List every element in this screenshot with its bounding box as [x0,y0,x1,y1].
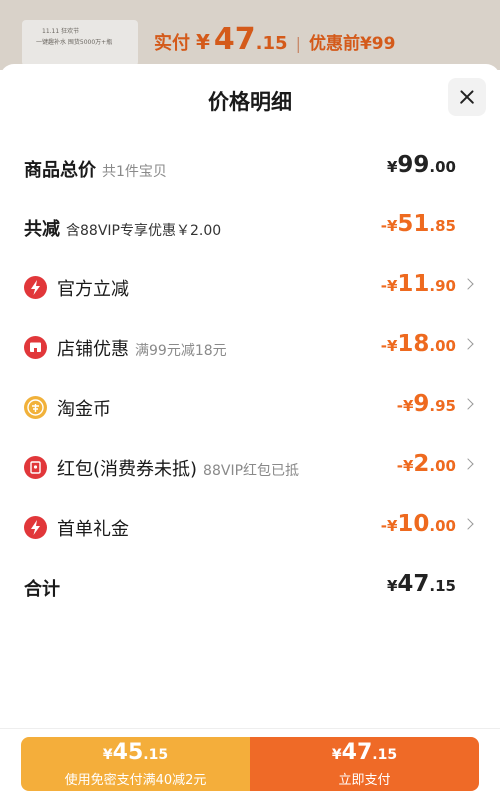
red-packet-icon [24,456,47,479]
divider [0,728,500,729]
row-label: 淘金币 [57,399,111,420]
chevron-right-icon [462,458,474,470]
row-amount: -¥18.00 [380,331,456,357]
pay-amount: ¥45.15 [102,740,169,765]
chevron-right-icon [462,338,474,350]
row-amount: ¥99.00 [386,152,456,178]
chevron-right-icon [462,278,474,290]
row-sub: 满99元减18元 [135,343,227,359]
paid-dec: .15 [255,33,288,54]
row-label: 共减 含88VIP专享优惠￥2.00 [24,219,222,240]
row-amount: -¥51.85 [380,211,456,237]
chevron-right-icon [462,518,474,530]
background-order-preview: 11.11 狂欢节 一键趣补水 囤货5000万+瓶 实付 ¥47.15 | 优惠前¥9… [0,0,500,70]
paid-yen: ¥ [196,30,210,54]
pay-amount: ¥47.15 [331,740,398,765]
row-label: 官方立减 [57,279,129,300]
row-first-order-gift[interactable]: 首单礼金 -¥10.00 [0,507,500,547]
paid-label: 实付 [154,33,190,54]
row-official-discount[interactable]: 官方立减 -¥11.90 [0,267,500,307]
lightning-icon [24,276,47,299]
pay-sublabel: 立即支付 [338,773,391,788]
row-amount: -¥11.90 [380,271,456,297]
row-amount: ¥47.15 [386,571,456,597]
password-free-pay-button[interactable]: ¥45.15 使用免密支付满40减2元 [21,737,250,791]
row-total-discount: 共减 含88VIP专享优惠￥2.00 -¥51.85 [0,207,500,247]
lightning-icon [24,516,47,539]
row-label: 合计 [24,579,60,600]
pay-now-button[interactable]: ¥47.15 立即支付 [250,737,479,791]
sheet-title: 价格明细 [208,90,292,114]
row-taojinbi[interactable]: 淘金币 -¥9.95 [0,387,500,427]
row-red-packet[interactable]: 红包(消费券未抵) 88VIP红包已抵 -¥2.00 [0,447,500,487]
row-label: 店铺优惠 满99元减18元 [57,339,227,360]
row-amount: -¥9.95 [396,391,456,417]
row-label: 商品总价 共1件宝贝 [24,160,167,181]
row-sub: 含88VIP专享优惠￥2.00 [66,223,222,239]
row-sub: 88VIP红包已抵 [203,463,300,479]
thumbnail-text: 一键趣补水 囤货5000万+瓶 [36,39,113,46]
price-detail-sheet: 价格明细 商品总价 共1件宝贝 ¥99.00 共减 含88VIP专享优惠￥2.00 … [0,64,500,811]
coin-icon [24,396,47,419]
chevron-right-icon [462,398,474,410]
shop-icon [24,336,47,359]
row-sub: 共1件宝贝 [102,164,167,180]
separator: | [295,34,301,53]
row-sum: 合计 ¥47.15 [0,567,500,607]
close-icon[interactable] [448,78,486,116]
paid-int: 47 [213,22,256,57]
pay-sublabel: 使用免密支付满40减2元 [64,773,207,788]
before-discount-price: 优惠前¥99 [308,34,396,54]
payment-bar: ¥45.15 使用免密支付满40减2元 ¥47.15 立即支付 [21,737,479,791]
thumbnail-text: 11.11 狂欢节 [42,28,80,35]
row-amount: -¥2.00 [396,451,456,477]
row-amount: -¥10.00 [380,511,456,537]
row-label: 首单礼金 [57,519,129,540]
row-total-price: 商品总价 共1件宝贝 ¥99.00 [0,148,500,188]
row-shop-discount[interactable]: 店铺优惠 满99元减18元 -¥18.00 [0,327,500,367]
row-label: 红包(消费券未抵) 88VIP红包已抵 [57,459,300,480]
paid-price-summary: 实付 ¥47.15 | 优惠前¥99 [154,22,395,57]
product-thumbnail: 11.11 狂欢节 一键趣补水 囤货5000万+瓶 [22,20,138,66]
